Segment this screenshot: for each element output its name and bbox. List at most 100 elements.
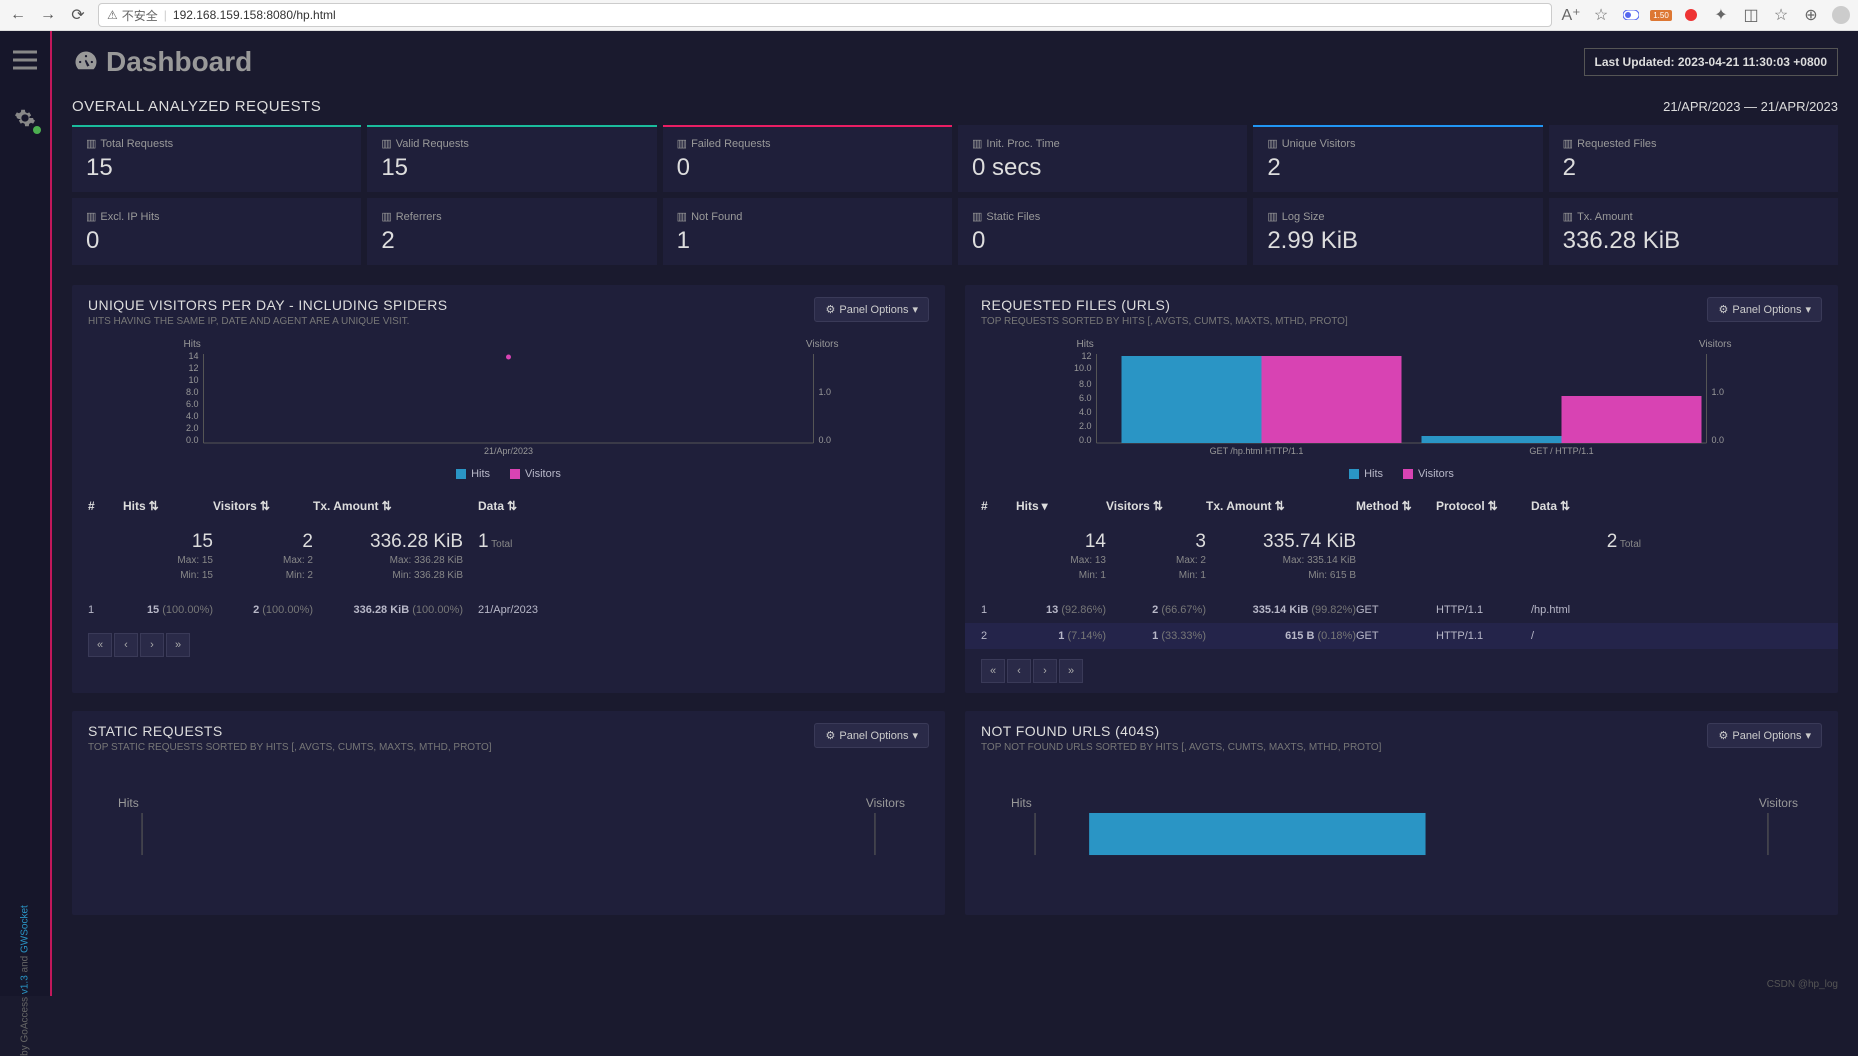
chart-icon: ▥ (86, 210, 96, 223)
stat-label: ▥ Requested Files (1563, 137, 1824, 150)
goaccess-link[interactable]: v1.3 (20, 975, 31, 994)
stat-card: ▥ Failed Requests0 (663, 125, 952, 192)
files-subtitle: TOP REQUESTS SORTED BY HITS [, AVGTS, CU… (981, 316, 1348, 327)
chart-icon: ▥ (1267, 210, 1277, 223)
stat-card: ▥ Static Files0 (958, 198, 1247, 265)
gwsocket-link[interactable]: GWSocket (20, 905, 31, 953)
page-last-button[interactable]: » (1059, 659, 1083, 683)
pagination: « ‹ › » (965, 649, 1838, 693)
profile-icon[interactable] (1832, 6, 1850, 24)
col-vis[interactable]: Visitors ⇅ (213, 499, 313, 513)
col-n[interactable]: # (981, 499, 1016, 513)
gear-icon: ⚙ (825, 729, 835, 742)
address-bar[interactable]: ⚠ 不安全 | 192.168.159.158:8080/hp.html (98, 3, 1552, 27)
static-chart: Hits Visitors (72, 765, 945, 915)
stat-value: 2 (1267, 154, 1528, 182)
page-next-button[interactable]: › (140, 633, 164, 657)
page-prev-button[interactable]: ‹ (1007, 659, 1031, 683)
svg-text:8.0: 8.0 (1079, 379, 1092, 389)
caret-down-icon: ▾ (912, 303, 918, 316)
page-prev-button[interactable]: ‹ (114, 633, 138, 657)
menu-icon[interactable] (11, 46, 39, 74)
split-screen-icon[interactable]: ◫ (1742, 6, 1760, 24)
stat-card: ▥ Total Requests15 (72, 125, 361, 192)
col-n[interactable]: # (88, 499, 123, 513)
visitors-subtitle: HITS HAVING THE SAME IP, DATE AND AGENT … (88, 316, 448, 327)
panel-options-button[interactable]: ⚙ Panel Options ▾ (814, 297, 929, 322)
chart-icon: ▥ (1563, 210, 1573, 223)
col-data[interactable]: Data ⇅ (1531, 499, 1641, 513)
page-next-button[interactable]: › (1033, 659, 1057, 683)
table-row[interactable]: 113 (92.86%)2 (66.67%)335.14 KiB (99.82%… (965, 597, 1838, 623)
table-row[interactable]: 115 (100.00%)2 (100.00%)336.28 KiB (100.… (72, 597, 945, 623)
col-meth[interactable]: Method ⇅ (1356, 499, 1436, 513)
col-tx[interactable]: Tx. Amount ⇅ (313, 499, 463, 513)
page-last-button[interactable]: » (166, 633, 190, 657)
stat-label: ▥ Log Size (1267, 210, 1528, 223)
sort-icon: ⇅ (1560, 499, 1570, 513)
insecure-warning-icon: ⚠ 不安全 (107, 7, 158, 24)
read-aloud-icon[interactable]: ☆ (1592, 6, 1610, 24)
panel-options-button[interactable]: ⚙ Panel Options ▾ (814, 723, 929, 748)
col-hits[interactable]: Hits ⇅ (123, 499, 213, 513)
svg-text:10: 10 (188, 375, 198, 385)
svg-text:0.0: 0.0 (186, 435, 199, 445)
extensions-icon[interactable]: ✦ (1712, 6, 1730, 24)
main-content: Dashboard Last Updated: 2023-04-21 11:30… (52, 31, 1858, 996)
legend-visitors: Visitors (1403, 468, 1454, 480)
visitors-title: UNIQUE VISITORS PER DAY - INCLUDING SPID… (88, 297, 448, 313)
svg-text:8.0: 8.0 (186, 387, 199, 397)
table-summary: 15Max: 15Min: 15 2Max: 2Min: 2 336.28 Ki… (72, 523, 945, 597)
extension-red-icon[interactable] (1682, 6, 1700, 24)
date-range: 21/APR/2023 — 21/APR/2023 (1663, 99, 1838, 114)
collections-icon[interactable]: ⊕ (1802, 6, 1820, 24)
overall-title: OVERALL ANALYZED REQUESTS (72, 98, 321, 115)
refresh-button[interactable]: ⟳ (68, 5, 88, 25)
table-row[interactable]: 21 (7.14%)1 (33.33%)615 B (0.18%)GETHTTP… (965, 623, 1838, 649)
stat-value: 2 (381, 227, 642, 255)
sort-icon: ⇅ (1153, 499, 1163, 513)
col-hits[interactable]: Hits ▾ (1016, 499, 1106, 513)
svg-text:GET / HTTP/1.1: GET / HTTP/1.1 (1529, 446, 1593, 456)
static-panel: STATIC REQUESTS TOP STATIC REQUESTS SORT… (72, 711, 945, 915)
status-dot-icon (33, 126, 41, 134)
svg-text:0.0: 0.0 (1712, 435, 1725, 445)
stat-value: 15 (86, 154, 347, 182)
col-data[interactable]: Data ⇅ (463, 499, 929, 513)
svg-text:1.0: 1.0 (819, 387, 832, 397)
settings-icon[interactable] (11, 104, 39, 132)
col-vis[interactable]: Visitors ⇅ (1106, 499, 1206, 513)
table-header: # Hits ⇅ Visitors ⇅ Tx. Amount ⇅ Data ⇅ (72, 489, 945, 523)
sort-icon: ⇅ (382, 499, 392, 513)
svg-text:0.0: 0.0 (819, 435, 832, 445)
svg-text:6.0: 6.0 (186, 399, 199, 409)
stat-label: ▥ Failed Requests (677, 137, 938, 150)
text-size-icon[interactable]: A⁺ (1562, 6, 1580, 24)
panel-options-button[interactable]: ⚙ Panel Options ▾ (1707, 297, 1822, 322)
visitors-panel: UNIQUE VISITORS PER DAY - INCLUDING SPID… (72, 285, 945, 693)
static-subtitle: TOP STATIC REQUESTS SORTED BY HITS [, AV… (88, 742, 492, 753)
col-tx[interactable]: Tx. Amount ⇅ (1206, 499, 1356, 513)
extension-badge-icon[interactable]: 1.50 (1652, 6, 1670, 24)
sort-icon: ⇅ (507, 499, 517, 513)
table-summary: 14Max: 13Min: 1 3Max: 2Min: 1 335.74 KiB… (965, 523, 1838, 597)
page-first-button[interactable]: « (981, 659, 1005, 683)
svg-text:Hits: Hits (184, 339, 201, 350)
table-header: # Hits ▾ Visitors ⇅ Tx. Amount ⇅ Method … (965, 489, 1838, 523)
files-chart: Hits Visitors 1210.08.06.04.02.00.0 1.00… (965, 339, 1838, 489)
sort-icon: ▾ (1042, 499, 1048, 513)
extension-toggle-icon[interactable] (1622, 6, 1640, 24)
svg-text:6.0: 6.0 (1079, 393, 1092, 403)
favorites-icon[interactable]: ☆ (1772, 6, 1790, 24)
panel-options-button[interactable]: ⚙ Panel Options ▾ (1707, 723, 1822, 748)
stat-card: ▥ Not Found1 (663, 198, 952, 265)
svg-text:Visitors: Visitors (1759, 796, 1798, 810)
stat-label: ▥ Valid Requests (381, 137, 642, 150)
forward-button[interactable]: → (38, 5, 58, 25)
col-proto[interactable]: Protocol ⇅ (1436, 499, 1531, 513)
page-first-button[interactable]: « (88, 633, 112, 657)
svg-text:Visitors: Visitors (1699, 339, 1732, 350)
back-button[interactable]: ← (8, 5, 28, 25)
chart-icon: ▥ (381, 137, 391, 150)
notfound-panel: NOT FOUND URLS (404S) TOP NOT FOUND URLS… (965, 711, 1838, 915)
